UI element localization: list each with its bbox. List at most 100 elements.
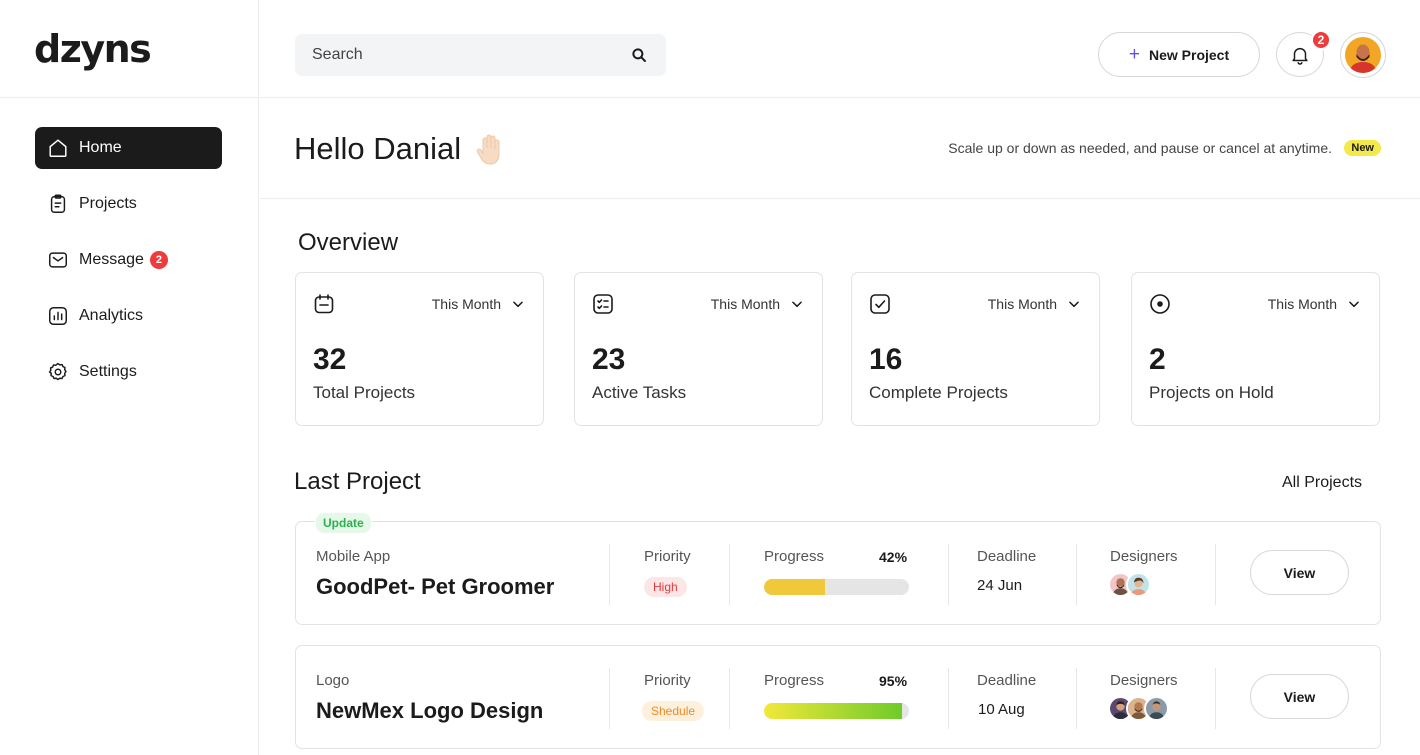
period-dropdown[interactable]: This Month (711, 296, 804, 312)
divider (948, 668, 949, 729)
project-category: Mobile App (316, 548, 391, 565)
overview-card-projects-on-hold: This Month 2 Projects on Hold (1131, 272, 1380, 426)
user-avatar[interactable] (1340, 32, 1386, 78)
message-count-badge: 2 (149, 251, 168, 269)
project-name[interactable]: NewMex Logo Design (316, 698, 543, 724)
progress-bar (764, 579, 909, 595)
project-category: Logo (316, 672, 350, 689)
sidebar: dzyns Home Projects Message 2 Analytics … (0, 0, 259, 755)
sidebar-item-label: Message (79, 251, 144, 268)
divider (1076, 544, 1077, 605)
clipboard-icon (47, 193, 69, 215)
sidebar-item-home[interactable]: Home (35, 127, 222, 169)
greeting-note: Scale up or down as needed, and pause or… (948, 140, 1332, 156)
designer-avatars (1108, 696, 1169, 721)
checklist-icon (593, 294, 613, 314)
priority-badge: High (644, 577, 687, 597)
overview-card-complete-projects: This Month 16 Complete Projects (851, 272, 1100, 426)
bell-icon (1292, 47, 1308, 65)
overview-card-active-tasks: This Month 23 Active Tasks (574, 272, 823, 426)
sidebar-item-settings[interactable]: Settings (35, 351, 222, 393)
last-project-title: Last Project (294, 468, 421, 495)
period-dropdown[interactable]: This Month (1268, 296, 1361, 312)
stat-value: 16 (869, 343, 903, 376)
period-dropdown[interactable]: This Month (432, 296, 525, 312)
greeting-text: Hello Danial (294, 131, 462, 166)
logo-area: dzyns (0, 0, 258, 98)
sidebar-nav: Home Projects Message 2 Analytics Settin… (0, 98, 258, 393)
priority-badge: Shedule (642, 701, 705, 721)
view-button[interactable]: View (1250, 674, 1349, 719)
all-projects-link[interactable]: All Projects (1282, 474, 1362, 492)
new-badge: New (1344, 140, 1381, 156)
project-row: Mobile App GoodPet- Pet Groomer Priority… (295, 521, 1381, 625)
avatar (1345, 37, 1381, 73)
period-dropdown[interactable]: This Month (988, 296, 1081, 312)
stat-label: Active Tasks (592, 383, 687, 402)
chevron-down-icon (1349, 301, 1359, 308)
pause-circle-icon (1150, 294, 1170, 314)
designer-avatars (1108, 572, 1151, 597)
divider (948, 544, 949, 605)
new-project-label: New Project (1148, 46, 1230, 63)
home-icon (47, 137, 69, 159)
sidebar-item-projects[interactable]: Projects (35, 183, 222, 225)
deadline-value: 10 Aug (978, 701, 1025, 718)
period-label: This Month (987, 296, 1057, 312)
deadline-value: 24 Jun (977, 577, 1023, 594)
stat-value: 32 (313, 343, 347, 376)
stat-label: Total Projects (313, 383, 416, 402)
view-button[interactable]: View (1250, 550, 1349, 595)
progress-bar (764, 703, 909, 719)
overview-card-total-projects: This Month 32 Total Projects (295, 272, 544, 426)
project-row: Logo NewMex Logo Design Priority Shedule… (295, 645, 1381, 749)
progress-label: Progress (764, 672, 825, 689)
check-square-icon (870, 294, 890, 314)
deadline-label: Deadline (977, 672, 1037, 689)
gear-icon (47, 361, 69, 383)
priority-label: Priority (644, 672, 691, 689)
chevron-down-icon (513, 301, 523, 308)
search-input[interactable] (312, 46, 630, 64)
progress-fill (764, 703, 902, 719)
progress-percent: 95% (879, 673, 908, 689)
analytics-icon (47, 305, 69, 327)
designers-label: Designers (1110, 672, 1178, 689)
brand-logo[interactable]: dzyns (34, 30, 152, 68)
stat-value: 23 (592, 343, 626, 376)
search-icon[interactable] (630, 46, 648, 64)
greeting-banner: Hello Danial Scale up or down as needed,… (260, 99, 1420, 199)
divider (609, 544, 610, 605)
new-project-button[interactable]: + New Project (1098, 32, 1260, 77)
avatar[interactable] (1126, 572, 1151, 597)
project-name[interactable]: GoodPet- Pet Groomer (316, 574, 554, 600)
notification-count-badge: 2 (1311, 30, 1331, 50)
sidebar-item-analytics[interactable]: Analytics (35, 295, 222, 337)
calendar-icon (314, 294, 334, 314)
divider (1215, 544, 1216, 605)
chevron-down-icon (1069, 301, 1079, 308)
stat-label: Complete Projects (869, 383, 1008, 402)
divider (729, 544, 730, 605)
waving-hand-icon (476, 134, 500, 165)
mail-icon (47, 249, 69, 271)
sidebar-item-label: Settings (79, 363, 137, 380)
overview-title: Overview (298, 229, 399, 256)
stat-value: 2 (1149, 343, 1166, 376)
sidebar-item-message[interactable]: Message 2 (35, 239, 222, 281)
period-label: This Month (431, 296, 501, 312)
search-box (295, 34, 666, 76)
sidebar-item-label: Analytics (79, 307, 144, 324)
topbar: + New Project 2 (260, 0, 1420, 98)
divider (609, 668, 610, 729)
plus-icon: + (1128, 44, 1140, 65)
page-title: Hello Danial (294, 131, 509, 167)
divider (1076, 668, 1077, 729)
divider (729, 668, 730, 729)
deadline-label: Deadline (977, 548, 1037, 565)
period-label: This Month (1267, 296, 1337, 312)
period-label: This Month (710, 296, 780, 312)
avatar[interactable] (1144, 696, 1169, 721)
sidebar-item-label: Projects (79, 195, 137, 212)
priority-label: Priority (644, 548, 691, 565)
